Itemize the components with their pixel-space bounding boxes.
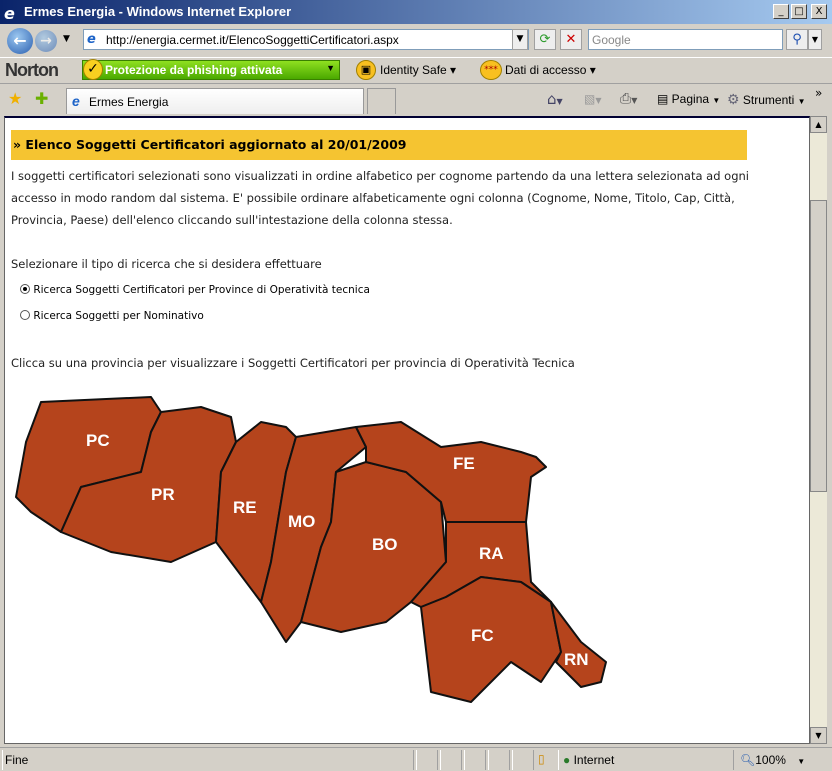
feeds-icon[interactable]: ▧▼ xyxy=(584,92,602,106)
page-label: Pagina xyxy=(671,92,710,106)
forward-button[interactable]: → xyxy=(35,30,57,52)
security-zone[interactable]: ● Internet xyxy=(558,750,734,770)
scroll-up-button[interactable]: ▲ xyxy=(810,116,827,133)
address-bar[interactable]: http://energia.cermet.it/ElencoSoggettiC… xyxy=(83,29,529,50)
scroll-down-button[interactable]: ▼ xyxy=(810,727,827,744)
refresh-button[interactable]: ⟳ xyxy=(534,29,556,50)
ie-logo-icon: e xyxy=(4,4,15,23)
search-button[interactable]: ⚲ xyxy=(786,29,808,50)
title-bar: Ermes Energia - Windows Internet Explore… xyxy=(0,0,832,24)
zone-label: Internet xyxy=(573,753,615,767)
favorites-star-icon[interactable]: ★ xyxy=(8,89,22,108)
access-data-button[interactable]: Dati di accesso ▾ xyxy=(505,63,596,77)
lock-icon: ▣ xyxy=(356,60,376,80)
label-bo: BO xyxy=(372,535,398,554)
tab-label: Ermes Energia xyxy=(89,95,169,109)
page-icon: e xyxy=(87,32,96,47)
tab-ermes-energia[interactable]: e Ermes Energia xyxy=(66,88,364,114)
home-icon[interactable]: ⌂▼ xyxy=(547,90,563,108)
status-bar: Fine ▯ ● Internet 🔍︎100% ▼ xyxy=(0,747,832,771)
norton-logo: Norton xyxy=(5,60,59,80)
province-rn[interactable] xyxy=(550,601,607,688)
label-ra: RA xyxy=(479,544,504,563)
tools-label: Strumenti xyxy=(742,93,795,107)
zoom-control[interactable]: 🔍︎100% ▼ xyxy=(740,753,805,767)
phishing-label: Protezione da phishing attivata xyxy=(105,63,283,77)
label-mo: MO xyxy=(288,512,315,531)
zoom-level: 100% xyxy=(755,753,786,767)
print-icon[interactable]: ⎙▼ xyxy=(620,91,637,107)
minimize-button[interactable]: _ xyxy=(773,4,789,19)
zoom-icon: 🔍︎ xyxy=(740,753,756,767)
tools-menu[interactable]: ⚙ Strumenti ▼ xyxy=(727,91,806,108)
stop-button[interactable]: ✕ xyxy=(560,29,582,50)
identity-safe-button[interactable]: Identity Safe ▾ xyxy=(380,63,456,77)
label-fe: FE xyxy=(453,454,475,473)
label-pr: PR xyxy=(151,485,175,504)
label-re: RE xyxy=(233,498,257,517)
url-text: http://energia.cermet.it/ElencoSoggettiC… xyxy=(106,33,399,47)
more-commands-button[interactable]: » xyxy=(815,86,822,100)
vertical-scrollbar[interactable]: ▲ ▼ xyxy=(810,116,827,744)
window-title: Ermes Energia - Windows Internet Explore… xyxy=(24,4,292,19)
password-icon: *** xyxy=(480,60,502,80)
phishing-protection-button[interactable]: Protezione da phishing attivata ▼ xyxy=(82,60,340,80)
label-fc: FC xyxy=(471,626,494,645)
label-pc: PC xyxy=(86,431,110,450)
search-input[interactable]: Google xyxy=(588,29,783,50)
popup-blocker-icon[interactable]: ▯ xyxy=(538,752,545,766)
status-text: Fine xyxy=(2,750,414,770)
history-dropdown-icon[interactable]: ▼ xyxy=(63,34,70,44)
page-menu[interactable]: ▤ Pagina ▼ xyxy=(657,92,720,106)
dropdown-icon: ▼ xyxy=(326,63,335,73)
search-placeholder: Google xyxy=(592,33,631,47)
checkmark-icon: ✓ xyxy=(83,59,103,80)
ie-tab-icon: e xyxy=(72,93,80,109)
back-button[interactable]: ← xyxy=(7,28,33,54)
label-rn: RN xyxy=(564,650,589,669)
maximize-button[interactable]: □ xyxy=(791,4,807,19)
province-map: PC PR RE MO BO FE RA FC RN xyxy=(15,396,607,703)
add-favorite-icon[interactable]: ✚ xyxy=(35,89,48,108)
scrollbar-thumb[interactable] xyxy=(810,200,827,492)
gear-icon: ⚙ xyxy=(727,91,740,107)
address-dropdown-button[interactable]: ▼ xyxy=(512,29,528,50)
page-content: » Elenco Soggetti Certificatori aggiorna… xyxy=(4,116,810,744)
close-button[interactable]: X xyxy=(811,4,827,19)
search-options-button[interactable]: ▼ xyxy=(808,29,822,50)
globe-icon: ● xyxy=(563,753,571,767)
new-tab-button[interactable] xyxy=(367,88,396,114)
